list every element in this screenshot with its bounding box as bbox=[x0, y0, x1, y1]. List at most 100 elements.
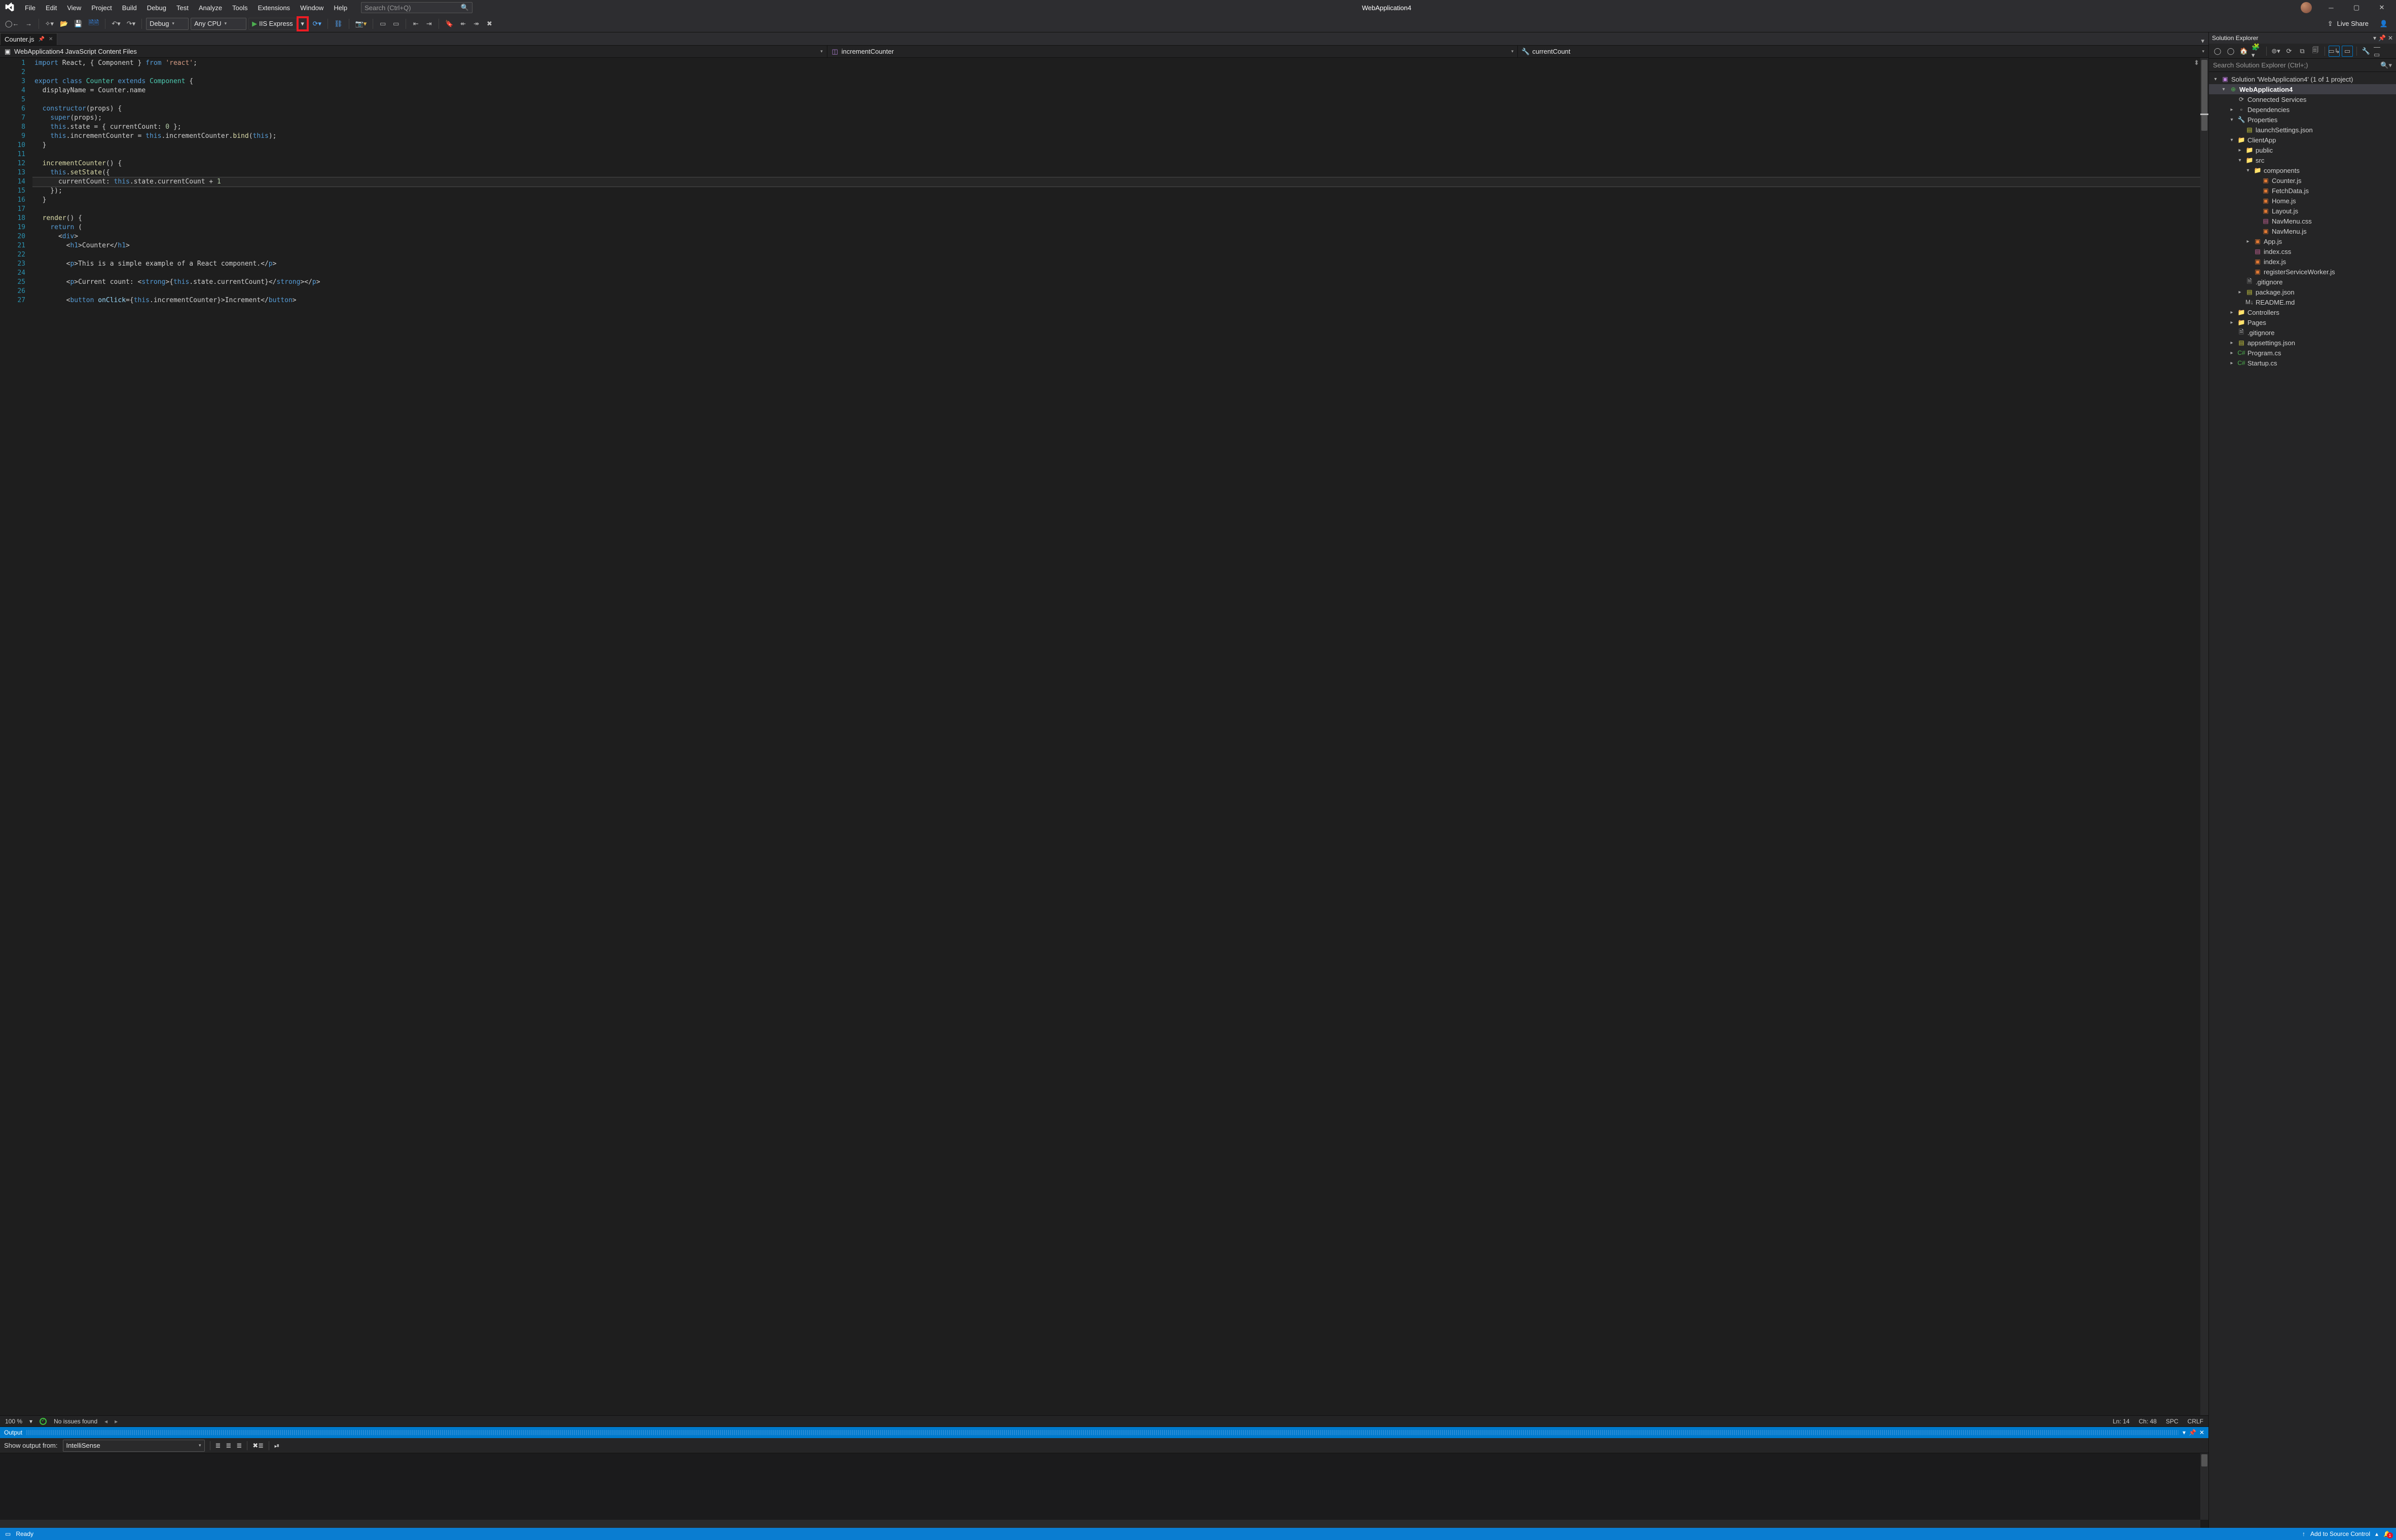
code-line[interactable]: ⊟ this.setState({ bbox=[32, 168, 2200, 177]
code-line[interactable]: ⊟ <div> bbox=[32, 232, 2200, 241]
nav-type-dropdown[interactable]: ◫ incrementCounter bbox=[827, 46, 1518, 57]
solution-tree[interactable]: ▾▣Solution 'WebApplication4' (1 of 1 pro… bbox=[2209, 72, 2396, 1528]
expand-toggle-icon[interactable]: ▾ bbox=[2220, 87, 2227, 92]
outdent-button[interactable]: ⇤ bbox=[410, 18, 421, 30]
tree-node[interactable]: 🗎.gitignore bbox=[2209, 277, 2396, 287]
expand-toggle-icon[interactable]: ▾ bbox=[2244, 168, 2252, 173]
tree-node[interactable]: ▤index.css bbox=[2209, 246, 2396, 256]
tree-node[interactable]: ▤launchSettings.json bbox=[2209, 125, 2396, 135]
expand-toggle-icon[interactable]: ▸ bbox=[2228, 107, 2235, 113]
expand-toggle-icon[interactable]: ▸ bbox=[2228, 360, 2235, 366]
expand-toggle-icon[interactable]: ▸ bbox=[2236, 289, 2243, 295]
sol-home-button[interactable]: 🏠 bbox=[2238, 46, 2249, 57]
undo-button[interactable]: ↶▾ bbox=[110, 18, 122, 30]
tree-node[interactable]: ⟳Connected Services bbox=[2209, 94, 2396, 104]
zoom-level[interactable]: 100 % bbox=[5, 1418, 22, 1425]
sol-fwd-button[interactable]: ◯ bbox=[2225, 46, 2236, 57]
sol-track-button[interactable]: ▭ bbox=[2342, 46, 2353, 57]
menu-debug[interactable]: Debug bbox=[142, 2, 171, 14]
menu-extensions[interactable]: Extensions bbox=[253, 2, 295, 14]
output-titlebar[interactable]: Output ▾ 📌 ✕ bbox=[0, 1427, 2208, 1438]
output-trace-button[interactable]: ⏯ bbox=[274, 1442, 279, 1450]
menu-window[interactable]: Window bbox=[296, 2, 328, 14]
quick-search-box[interactable]: Search (Ctrl+Q) 🔍 bbox=[361, 2, 473, 13]
line-endings[interactable]: CRLF bbox=[2188, 1418, 2203, 1425]
output-hscrollbar[interactable] bbox=[0, 1520, 2200, 1528]
code-line[interactable]: } bbox=[32, 196, 2200, 205]
code-line[interactable]: <h1>Counter</h1> bbox=[32, 241, 2200, 250]
close-tab-icon[interactable]: ✕ bbox=[49, 36, 53, 42]
next-bookmark-button[interactable]: ↠ bbox=[470, 18, 482, 30]
sol-sync-button[interactable]: ⊚▾ bbox=[2270, 46, 2281, 57]
clear-bookmarks-button[interactable]: ✖ bbox=[484, 18, 495, 30]
indent-button[interactable]: ⇥ bbox=[423, 18, 434, 30]
panel-close-icon[interactable]: ✕ bbox=[2388, 34, 2393, 42]
code-surface[interactable]: import React, { Component } from 'react'… bbox=[32, 58, 2200, 1415]
tree-node[interactable]: ▸▤package.json bbox=[2209, 287, 2396, 297]
tree-node[interactable]: ▾📁src bbox=[2209, 155, 2396, 165]
minimize-button[interactable]: ─ bbox=[2320, 1, 2342, 15]
document-tab[interactable]: Counter.js 📌 ✕ bbox=[0, 33, 57, 45]
expand-toggle-icon[interactable]: ▾ bbox=[2212, 77, 2219, 82]
code-line[interactable]: ⊟ render() { bbox=[32, 214, 2200, 223]
tree-node[interactable]: ▾📁ClientApp bbox=[2209, 135, 2396, 145]
tree-node[interactable]: ▾▣Solution 'WebApplication4' (1 of 1 pro… bbox=[2209, 74, 2396, 84]
menu-help[interactable]: Help bbox=[329, 2, 352, 14]
user-avatar[interactable] bbox=[2301, 2, 2312, 13]
tree-node[interactable]: ▣Counter.js bbox=[2209, 175, 2396, 186]
tree-node[interactable]: ▾⊕WebApplication4 bbox=[2209, 84, 2396, 94]
menu-edit[interactable]: Edit bbox=[41, 2, 61, 14]
nav-scope-dropdown[interactable]: ▣ WebApplication4 JavaScript Content Fil… bbox=[0, 46, 827, 57]
open-file-button[interactable]: 📂 bbox=[58, 18, 70, 30]
indent-mode[interactable]: SPC bbox=[2166, 1418, 2179, 1425]
issues-label[interactable]: No issues found bbox=[54, 1418, 97, 1425]
expand-toggle-icon[interactable]: ▾ bbox=[2236, 158, 2243, 163]
tree-node[interactable]: ▾🔧Properties bbox=[2209, 115, 2396, 125]
menu-tools[interactable]: Tools bbox=[228, 2, 252, 14]
sol-show-all-button[interactable]: 🗐 bbox=[2310, 46, 2321, 57]
notifications-button[interactable]: 🔔 1 bbox=[2383, 1530, 2391, 1537]
tree-node[interactable]: ▣index.js bbox=[2209, 256, 2396, 267]
tree-node[interactable]: ▣NavMenu.js bbox=[2209, 226, 2396, 236]
expand-toggle-icon[interactable]: ▾ bbox=[2228, 137, 2235, 143]
output-source-dropdown[interactable]: IntelliSense bbox=[63, 1440, 205, 1452]
code-line[interactable] bbox=[32, 68, 2200, 77]
start-debug-button[interactable]: ▶ IIS Express bbox=[248, 18, 296, 30]
tree-node[interactable]: ▸C#Startup.cs bbox=[2209, 358, 2396, 368]
live-share-icon[interactable]: ⇪ bbox=[2328, 20, 2333, 28]
attach-to-process-button[interactable]: ⛓ bbox=[332, 18, 345, 30]
output-wrap-button[interactable]: ✖≣ bbox=[252, 1442, 264, 1450]
tree-node[interactable]: ▾📁components bbox=[2209, 165, 2396, 175]
sol-refresh-button[interactable]: ⟳ bbox=[2283, 46, 2295, 57]
code-line[interactable]: currentCount: this.state.currentCount + … bbox=[32, 177, 2200, 187]
feedback-button[interactable]: 👤 bbox=[2380, 20, 2388, 28]
tree-node[interactable]: ▸📁Controllers bbox=[2209, 307, 2396, 317]
expand-toggle-icon[interactable]: ▸ bbox=[2236, 148, 2243, 153]
tree-node[interactable]: ▸📁public bbox=[2209, 145, 2396, 155]
code-line[interactable]: <p>Current count: <strong>{this.state.cu… bbox=[32, 278, 2200, 287]
save-button[interactable]: 💾 bbox=[72, 18, 84, 30]
live-share-label[interactable]: Live Share bbox=[2337, 20, 2369, 27]
code-line[interactable] bbox=[32, 250, 2200, 260]
tree-node[interactable]: ▣Home.js bbox=[2209, 196, 2396, 206]
code-line[interactable]: super(props); bbox=[32, 114, 2200, 123]
tree-node[interactable]: M↓README.md bbox=[2209, 297, 2396, 307]
panel-dropdown-icon[interactable]: ▾ bbox=[2183, 1429, 2186, 1436]
code-line[interactable]: <p>This is a simple example of a React c… bbox=[32, 260, 2200, 269]
menu-file[interactable]: File bbox=[20, 2, 40, 14]
new-item-button[interactable]: ✧▾ bbox=[43, 18, 56, 30]
tree-node[interactable]: ▸▣App.js bbox=[2209, 236, 2396, 246]
bookmark-button[interactable]: 🔖 bbox=[443, 18, 455, 30]
menu-test[interactable]: Test bbox=[172, 2, 193, 14]
platform-dropdown[interactable]: Any CPU bbox=[191, 18, 246, 30]
add-source-control-button[interactable]: Add to Source Control bbox=[2310, 1530, 2370, 1537]
tree-node[interactable]: ▸C#Program.cs bbox=[2209, 348, 2396, 358]
code-editor[interactable]: 1234567891011121314151617181920212223242… bbox=[0, 58, 2208, 1415]
panel-dropdown-icon[interactable]: ▾ bbox=[2373, 34, 2376, 42]
code-line[interactable] bbox=[32, 287, 2200, 296]
tree-node[interactable]: ▤NavMenu.css bbox=[2209, 216, 2396, 226]
tree-node[interactable]: ▣Layout.js bbox=[2209, 206, 2396, 216]
expand-toggle-icon[interactable]: ▸ bbox=[2244, 239, 2252, 244]
nav-back-button[interactable]: ◯← bbox=[3, 18, 21, 30]
output-toggle-button[interactable]: ≣ bbox=[226, 1442, 231, 1450]
